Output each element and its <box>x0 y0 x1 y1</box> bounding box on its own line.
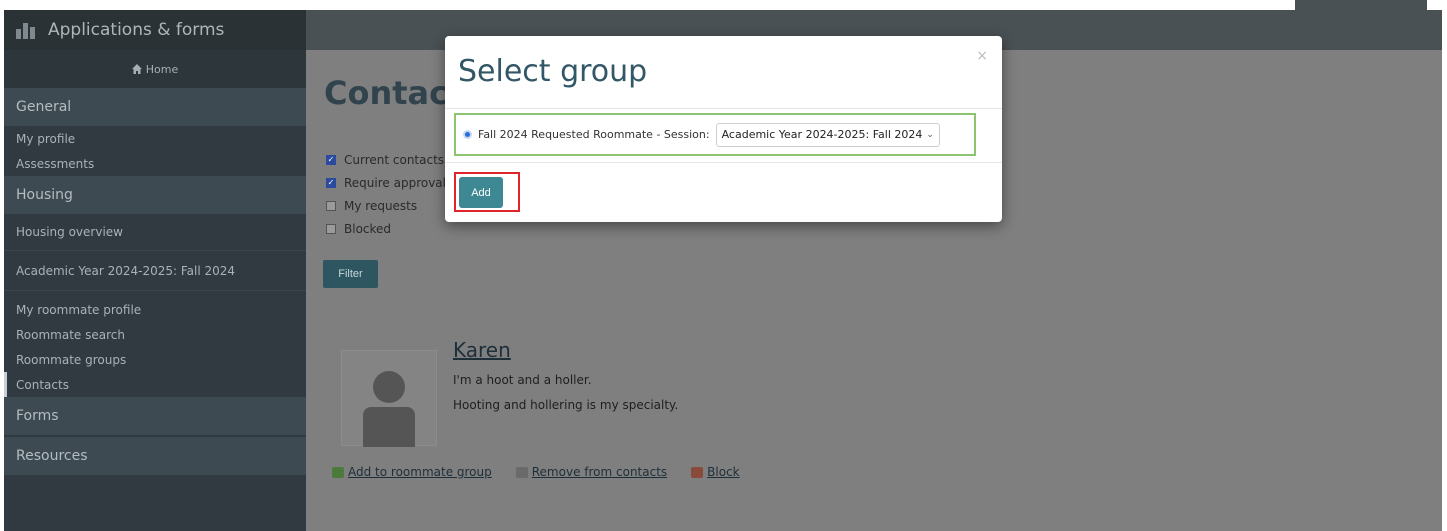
sidebar-item-contacts[interactable]: Contacts <box>4 372 306 397</box>
section-resources[interactable]: Resources <box>4 437 306 475</box>
contact-name-link[interactable]: Karen <box>453 338 511 362</box>
section-general[interactable]: General <box>4 88 306 126</box>
chevron-down-icon: ⌄ <box>926 129 934 140</box>
home-icon <box>131 64 142 74</box>
section-forms[interactable]: Forms <box>4 397 306 435</box>
page-title: Contact <box>324 74 464 112</box>
app-logo-icon <box>16 21 40 39</box>
close-icon[interactable]: × <box>976 48 988 64</box>
section-housing[interactable]: Housing <box>4 176 306 214</box>
group-add-icon <box>332 466 344 478</box>
contact-bio-line-1: I'm a hoot and a holler. <box>453 373 592 387</box>
sidebar-item-roommate-groups[interactable]: Roommate groups <box>4 347 306 372</box>
session-select[interactable]: Academic Year 2024-2025: Fall 2024 ⌄ <box>715 122 940 147</box>
select-group-modal: Select group × Fall 2024 Requested Roomm… <box>445 36 1002 222</box>
block-user-icon <box>691 466 704 478</box>
app-header: Applications & forms <box>4 10 306 50</box>
filter-require-approval[interactable]: ✓ Require approval <box>326 171 446 194</box>
add-to-group-link[interactable]: Add to roommate group <box>332 465 492 479</box>
session-select-value: Academic Year 2024-2025: Fall 2024 <box>721 128 923 141</box>
remove-icon <box>515 466 528 478</box>
radio-selected[interactable] <box>463 130 472 139</box>
checkbox-checked-icon[interactable]: ✓ <box>326 177 336 188</box>
home-link[interactable]: Home <box>4 50 306 88</box>
sidebar-item-housing-overview[interactable]: Housing overview <box>4 214 306 251</box>
checkbox-unchecked-icon[interactable] <box>326 200 336 211</box>
filter-button[interactable]: Filter <box>323 260 378 288</box>
sidebar-item-session[interactable]: Academic Year 2024-2025: Fall 2024 <box>4 251 306 291</box>
avatar-placeholder-icon <box>373 371 405 403</box>
divider <box>445 162 1002 163</box>
block-link[interactable]: Block <box>691 465 740 479</box>
checkbox-checked-icon[interactable]: ✓ <box>326 154 336 165</box>
app-title: Applications & forms <box>48 20 225 40</box>
contact-actions: Add to roommate group Remove from contac… <box>332 465 740 479</box>
filter-my-requests[interactable]: My requests <box>326 194 446 217</box>
topbar-edge <box>1295 0 1427 10</box>
filter-list: ✓ Current contacts ✓ Require approval My… <box>326 148 446 240</box>
remove-contact-link[interactable]: Remove from contacts <box>515 465 667 479</box>
home-label: Home <box>145 62 179 76</box>
contact-bio-line-2: Hooting and hollering is my specialty. <box>453 398 679 412</box>
avatar <box>341 350 437 447</box>
sidebar-item-roommate-profile[interactable]: My roommate profile <box>4 297 306 322</box>
sidebar: Applications & forms Home General My pro… <box>4 10 306 531</box>
divider <box>445 108 1002 109</box>
filter-current-contacts[interactable]: ✓ Current contacts <box>326 148 446 171</box>
sidebar-item-assessments[interactable]: Assessments <box>4 151 306 176</box>
sidebar-item-roommate-search[interactable]: Roommate search <box>4 322 306 347</box>
add-button[interactable]: Add <box>459 177 503 208</box>
checkbox-unchecked-icon[interactable] <box>326 223 336 234</box>
group-option-label: Fall 2024 Requested Roommate - Session: <box>478 128 710 141</box>
group-option: Fall 2024 Requested Roommate - Session: … <box>454 113 976 156</box>
modal-title: Select group <box>458 54 648 89</box>
filter-blocked[interactable]: Blocked <box>326 217 446 240</box>
sidebar-item-my-profile[interactable]: My profile <box>4 126 306 151</box>
